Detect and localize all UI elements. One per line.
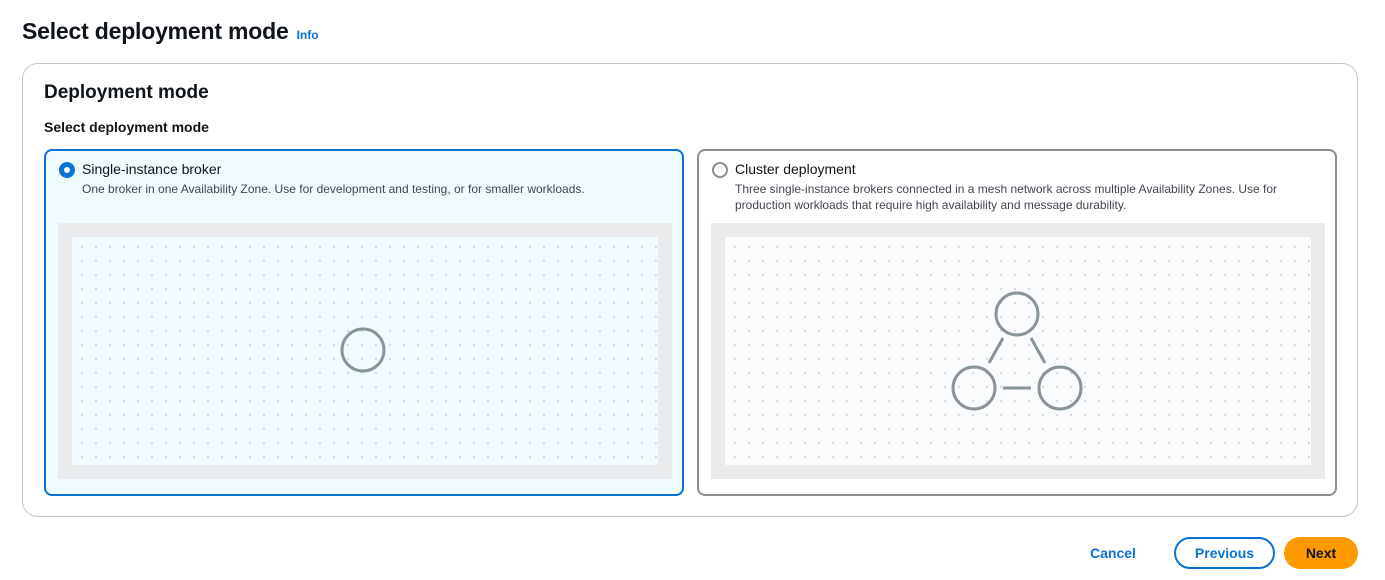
info-link[interactable]: Info	[297, 28, 319, 42]
previous-button[interactable]: Previous	[1174, 537, 1275, 569]
tile-description: Three single-instance brokers connected …	[735, 182, 1278, 212]
cluster-illustration	[711, 223, 1325, 479]
tile-label: Cluster deployment	[735, 161, 856, 177]
page-title: Select deployment mode	[22, 18, 289, 44]
cancel-button[interactable]: Cancel	[1072, 537, 1154, 569]
mesh-link-right	[1029, 337, 1047, 364]
dotted-grid-background	[72, 237, 658, 465]
tile-cluster-deployment[interactable]: Cluster deployment Three single-instance…	[697, 149, 1337, 496]
cluster-mesh-diagram	[951, 291, 1083, 411]
next-button[interactable]: Next	[1284, 537, 1358, 569]
tile-description: One broker in one Availability Zone. Use…	[82, 182, 585, 196]
broker-node-right-icon	[1037, 365, 1083, 411]
wizard-actions: Cancel Previous Next	[1072, 537, 1358, 569]
broker-node-top-icon	[994, 291, 1040, 337]
single-broker-illustration	[58, 223, 672, 479]
container-title: Deployment mode	[44, 82, 209, 103]
page-header: Select deployment mode Info	[22, 18, 319, 45]
tile-single-instance-broker[interactable]: Single-instance broker One broker in one…	[44, 149, 684, 496]
dotted-grid-background	[725, 237, 1311, 465]
tile-label: Single-instance broker	[82, 161, 222, 177]
page: Select deployment mode Info Deployment m…	[0, 0, 1385, 580]
deployment-mode-container: Deployment mode Select deployment mode S…	[22, 63, 1358, 517]
broker-node-left-icon	[951, 365, 997, 411]
radio-single-instance-broker[interactable]	[59, 162, 75, 178]
mesh-link-left	[987, 337, 1005, 364]
broker-node-icon	[340, 327, 386, 373]
single-broker-diagram	[340, 327, 386, 373]
radio-cluster-deployment[interactable]	[712, 162, 728, 178]
field-label: Select deployment mode	[44, 119, 209, 135]
